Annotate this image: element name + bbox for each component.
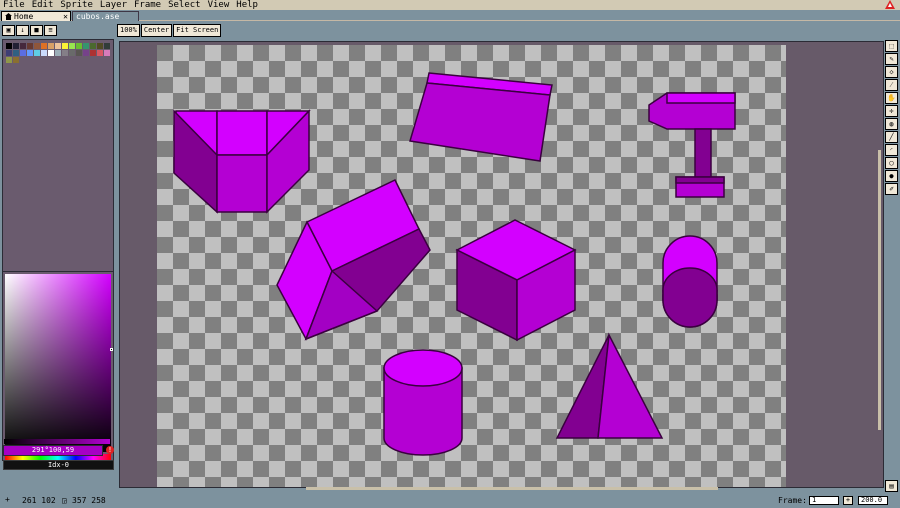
aseprite-logo-icon [885, 0, 895, 9]
selection-size-icon: ◲ [62, 496, 67, 505]
home-icon [5, 13, 12, 20]
close-icon[interactable]: ✕ [63, 12, 68, 21]
curve-icon[interactable]: ◜ [885, 144, 898, 156]
canvas-toolbar: 100% Center Fit Screen [117, 24, 222, 37]
cylinder-shape [383, 349, 463, 456]
menu-edit[interactable]: Edit [29, 0, 58, 10]
frame-label: Frame: [778, 496, 807, 505]
fit-screen-button[interactable]: Fit Screen [173, 24, 222, 37]
warning-icon[interactable]: ! [106, 446, 114, 454]
status-bar: + 261 102 ◲ 357 258 Frame: 1 + 200.0 [0, 494, 900, 508]
palette-swatch[interactable] [6, 43, 12, 49]
palette-swatch[interactable] [48, 50, 54, 56]
menu-view[interactable]: View [205, 0, 234, 10]
tab-home-label: Home [14, 12, 34, 21]
palette-swatch[interactable] [55, 43, 61, 49]
lock-icon[interactable]: ▣ [2, 25, 15, 36]
palette-swatch[interactable] [83, 50, 89, 56]
menu-select[interactable]: Select [165, 0, 205, 10]
sprite-canvas[interactable] [157, 45, 786, 487]
add-frame-button[interactable]: + [843, 496, 853, 505]
palette-swatch[interactable] [13, 57, 19, 63]
palette-swatch[interactable] [69, 43, 75, 49]
palette-swatch[interactable] [55, 50, 61, 56]
line-icon[interactable]: ╱ [885, 131, 898, 143]
palette-swatch[interactable] [104, 43, 110, 49]
bucket-icon[interactable]: ◍ [885, 118, 898, 130]
palette-swatch[interactable] [41, 50, 47, 56]
color-value-field[interactable]: 291°100,59 [3, 445, 103, 456]
palette-swatch[interactable] [6, 57, 12, 63]
hand-icon[interactable]: ✋ [885, 92, 898, 104]
blur-icon[interactable]: ● [885, 170, 898, 182]
zoom-100-button[interactable]: 100% [117, 24, 140, 37]
palette-swatch[interactable] [27, 43, 33, 49]
palette-swatch[interactable] [76, 43, 82, 49]
palette-swatch[interactable] [76, 50, 82, 56]
options-icon[interactable]: ■ [30, 25, 43, 36]
palette-swatches [6, 43, 110, 63]
pencil-icon[interactable]: ✎ [885, 53, 898, 65]
selection-size: 357 258 [72, 496, 106, 505]
marquee-icon[interactable]: ⬚ [885, 40, 898, 52]
palette-swatch[interactable] [6, 50, 12, 56]
alpha-slider[interactable] [4, 439, 110, 444]
palette-swatch[interactable] [34, 43, 40, 49]
palette-swatch[interactable] [62, 50, 68, 56]
ink-icon[interactable]: ✐ [885, 183, 898, 195]
palette-panel: ▣ ↓ ■ ≡ [0, 22, 117, 498]
palette-toolbar: ▣ ↓ ■ ≡ [2, 25, 57, 36]
eyedropper-icon[interactable]: ⁄ [885, 79, 898, 91]
capsule-shape [662, 235, 718, 328]
palette-swatch[interactable] [41, 43, 47, 49]
menu-bar: File Edit Sprite Layer Frame Select View… [0, 0, 900, 10]
menu-file[interactable]: File [0, 0, 29, 10]
tool-bar: ⬚ ✎ ◇ ⁄ ✋ ✛ ◍ ╱ ◜ ◯ ● ✐ ▤ [885, 40, 899, 492]
palette-swatch[interactable] [13, 43, 19, 49]
menu-layer[interactable]: Layer [97, 0, 131, 10]
palette-swatch[interactable] [104, 50, 110, 56]
color-index-field[interactable]: Idx-0 [3, 460, 114, 470]
frame-input[interactable]: 1 [809, 496, 839, 505]
menu-help[interactable]: Help [233, 0, 262, 10]
tab-file[interactable]: cubos.ase [72, 11, 139, 21]
palette-swatch[interactable] [97, 50, 103, 56]
menu-frame[interactable]: Frame [131, 0, 165, 10]
move-icon[interactable]: ✛ [885, 105, 898, 117]
palette-swatch[interactable] [27, 50, 33, 56]
palette-swatch[interactable] [90, 50, 96, 56]
canvas-viewport[interactable] [119, 41, 884, 488]
cursor-position: 261 102 [22, 496, 56, 505]
eraser-icon[interactable]: ◇ [885, 66, 898, 78]
palette-swatch[interactable] [90, 43, 96, 49]
crosshair-icon: + [5, 495, 10, 504]
palette-swatch[interactable] [13, 50, 19, 56]
palette-swatch[interactable] [83, 43, 89, 49]
menu-icon[interactable]: ≡ [44, 25, 57, 36]
horizontal-scrollbar[interactable] [306, 487, 718, 490]
vertical-scrollbar[interactable] [878, 150, 881, 430]
tab-bar: Home ✕ cubos.ase [0, 10, 900, 21]
color-cursor[interactable] [110, 348, 113, 351]
color-selector[interactable] [2, 271, 114, 461]
palette-swatch[interactable] [20, 50, 26, 56]
palette-swatch[interactable] [48, 43, 54, 49]
palette-box [2, 39, 114, 288]
tab-file-label: cubos.ase [76, 12, 120, 21]
saturation-value-picker[interactable] [5, 274, 113, 452]
center-button[interactable]: Center [140, 24, 173, 37]
sort-icon[interactable]: ↓ [16, 25, 29, 36]
tab-home[interactable]: Home ✕ [1, 11, 71, 21]
palette-swatch[interactable] [34, 50, 40, 56]
ellipse-icon[interactable]: ◯ [885, 157, 898, 169]
zoom-input[interactable]: 200.0 [858, 496, 888, 505]
palette-swatch[interactable] [62, 43, 68, 49]
timeline-icon[interactable]: ▤ [885, 480, 898, 492]
palette-swatch[interactable] [97, 43, 103, 49]
palette-swatch[interactable] [20, 43, 26, 49]
palette-swatch[interactable] [69, 50, 75, 56]
menu-sprite[interactable]: Sprite [57, 0, 97, 10]
